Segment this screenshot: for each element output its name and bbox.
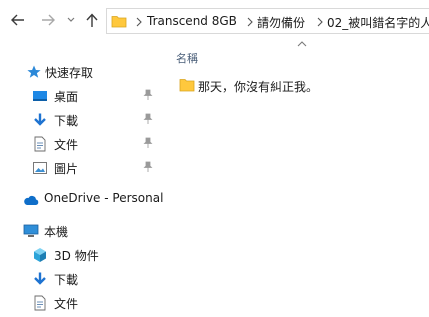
sidebar-item-label: 圖片: [54, 162, 79, 176]
navigation-pane: 快速存取 桌面 下載 文件 圖片 OneDrive - Personal 本機 …: [0, 40, 164, 317]
pictures-icon: [33, 162, 47, 174]
chevron-down-icon: [67, 17, 75, 22]
folder-icon: [111, 16, 127, 28]
address-bar-row: Transcend 8GB 請勿備份 02_被叫錯名字的人: [0, 0, 429, 40]
column-header-name[interactable]: 名稱: [176, 50, 198, 66]
pin-icon[interactable]: [142, 89, 154, 101]
file-explorer-window: Transcend 8GB 請勿備份 02_被叫錯名字的人 快速存取 桌面 下載…: [0, 0, 429, 317]
sidebar-item-pictures[interactable]: 圖片: [0, 157, 160, 179]
folder-icon: [179, 79, 195, 92]
chevron-up-icon[interactable]: [297, 40, 307, 48]
sidebar-item-3d-objects[interactable]: 3D 物件: [0, 244, 160, 266]
3d-objects-icon: [34, 248, 46, 262]
pin-icon[interactable]: [142, 161, 154, 173]
file-name: 那天，你沒有糾正我。: [198, 80, 319, 94]
arrow-right-icon: [42, 14, 55, 26]
forward-button[interactable]: [40, 12, 56, 28]
arrow-left-icon: [11, 14, 24, 26]
sidebar-item-label: OneDrive - Personal: [44, 191, 164, 205]
documents-icon: [34, 136, 46, 152]
back-button[interactable]: [10, 12, 26, 28]
sidebar-item-label: 下載: [54, 273, 79, 287]
chevron-right-icon: [317, 17, 323, 27]
breadcrumb-folder[interactable]: 請勿備份: [257, 14, 305, 31]
sidebar-item-pc-downloads[interactable]: 下載: [0, 268, 160, 290]
sidebar-item-downloads[interactable]: 下載: [0, 109, 160, 131]
documents-icon: [34, 295, 46, 311]
recent-locations-button[interactable]: [66, 12, 76, 28]
breadcrumb-current[interactable]: 02_被叫錯名字的人: [327, 14, 429, 31]
desktop-icon: [33, 91, 47, 101]
sidebar-item-desktop[interactable]: 桌面: [0, 85, 160, 107]
chevron-right-icon: [247, 17, 253, 27]
sidebar-item-label: 下載: [54, 114, 79, 128]
up-button[interactable]: [84, 12, 100, 28]
sidebar-item-label: 文件: [54, 297, 79, 311]
sidebar-item-label: 文件: [54, 138, 79, 152]
sidebar-item-label: 本機: [44, 225, 69, 239]
download-icon: [34, 113, 46, 126]
file-list-item[interactable]: 那天，你沒有糾正我。: [176, 74, 426, 96]
pin-icon[interactable]: [142, 137, 154, 149]
sidebar-item-quick-access[interactable]: 快速存取: [0, 61, 160, 83]
computer-icon: [23, 224, 39, 237]
star-icon: [27, 65, 41, 78]
pin-icon[interactable]: [142, 113, 154, 125]
sidebar-item-documents[interactable]: 文件: [0, 133, 160, 155]
sidebar-item-label: 桌面: [54, 90, 79, 104]
sidebar-item-label: 快速存取: [45, 66, 94, 80]
breadcrumb-drive[interactable]: Transcend 8GB: [147, 14, 237, 28]
cloud-icon: [24, 195, 39, 205]
chevron-right-icon: [136, 17, 142, 27]
sidebar-item-label: 3D 物件: [54, 249, 99, 263]
address-box[interactable]: Transcend 8GB 請勿備份 02_被叫錯名字的人: [106, 8, 429, 34]
sidebar-item-pc-documents[interactable]: 文件: [0, 292, 160, 314]
sidebar-item-this-pc[interactable]: 本機: [0, 220, 160, 242]
download-icon: [34, 272, 46, 285]
arrow-up-icon: [86, 13, 98, 27]
sidebar-item-onedrive[interactable]: OneDrive - Personal: [0, 188, 164, 210]
